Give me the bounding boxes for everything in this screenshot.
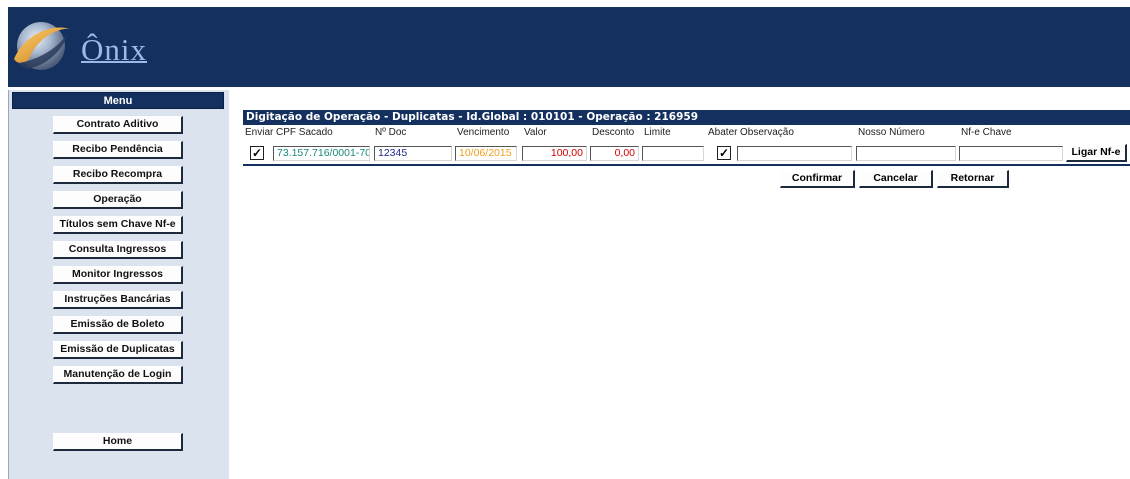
col-vencimento: Vencimento — [457, 127, 510, 138]
col-abater: Abater — [708, 127, 738, 138]
menu-titulos-sem-chave-button[interactable]: Títulos sem Chave Nf-e — [53, 216, 183, 234]
onix-logo: Ônix — [8, 15, 158, 75]
col-nosso-numero: Nosso Número — [858, 127, 925, 138]
menu-recibo-recompra-button[interactable]: Recibo Recompra — [53, 166, 183, 184]
col-n-doc: Nº Doc — [375, 127, 407, 138]
valor-field[interactable]: 100,00 — [522, 146, 587, 161]
menu-emissao-boleto-button[interactable]: Emissão de Boleto — [53, 316, 183, 334]
menu-title: Menu — [12, 92, 224, 109]
menu-manutencao-login-button[interactable]: Manutenção de Login — [53, 366, 183, 384]
col-valor: Valor — [524, 127, 547, 138]
app-root: Ônix Menu Contrato Aditivo Recibo Pendên… — [0, 0, 1130, 479]
form-divider — [243, 164, 1130, 166]
menu-operacao-button[interactable]: Operação — [53, 191, 183, 209]
menu-emissao-duplicatas-button[interactable]: Emissão de Duplicatas — [53, 341, 183, 359]
menu-home-button[interactable]: Home — [53, 433, 183, 451]
duplicata-row: ✓ 73.157.716/0001-70 12345 10/06/2015 10… — [243, 144, 1130, 162]
col-cpf-sacado: CPF Sacado — [276, 127, 333, 138]
cpf-sacado-field[interactable]: 73.157.716/0001-70 — [273, 146, 370, 161]
desconto-field[interactable]: 0,00 — [590, 146, 639, 161]
menu-monitor-ingressos-button[interactable]: Monitor Ingressos — [53, 266, 183, 284]
menu-consulta-ingressos-button[interactable]: Consulta Ingressos — [53, 241, 183, 259]
col-limite: Limite — [644, 127, 671, 138]
col-desconto: Desconto — [592, 127, 635, 138]
menu-instrucoes-bancarias-button[interactable]: Instruções Bancárias — [53, 291, 183, 309]
n-doc-field[interactable]: 12345 — [374, 146, 452, 161]
sidebar-menu: Menu Contrato Aditivo Recibo Pendência R… — [8, 90, 229, 479]
logo-text: Ônix — [81, 32, 147, 67]
col-observacao: Observação — [740, 127, 794, 138]
menu-contrato-aditivo-button[interactable]: Contrato Aditivo — [53, 116, 183, 134]
vencimento-field[interactable]: 10/06/2015 — [455, 146, 517, 161]
app-header: Ônix — [8, 7, 1130, 87]
ligar-nfe-button[interactable]: Ligar Nf-e — [1066, 144, 1127, 162]
retornar-button[interactable]: Retornar — [937, 170, 1009, 188]
limite-field[interactable] — [642, 146, 704, 161]
observacao-field[interactable] — [737, 146, 852, 161]
onix-logo-icon — [14, 22, 70, 70]
nosso-numero-field[interactable] — [856, 146, 956, 161]
menu-recibo-pendencia-button[interactable]: Recibo Pendência — [53, 141, 183, 159]
nfe-chave-field[interactable] — [959, 146, 1063, 161]
abater-checkbox[interactable]: ✓ — [717, 146, 731, 160]
enviar-checkbox[interactable]: ✓ — [250, 146, 264, 160]
confirmar-button[interactable]: Confirmar — [780, 170, 855, 188]
cancelar-button[interactable]: Cancelar — [859, 170, 933, 188]
col-nfe-chave: Nf-e Chave — [961, 127, 1012, 138]
col-enviar: Enviar — [245, 127, 274, 138]
operation-form: Digitação de Operação - Duplicatas - Id.… — [243, 110, 1130, 166]
form-title: Digitação de Operação - Duplicatas - Id.… — [243, 110, 1130, 125]
